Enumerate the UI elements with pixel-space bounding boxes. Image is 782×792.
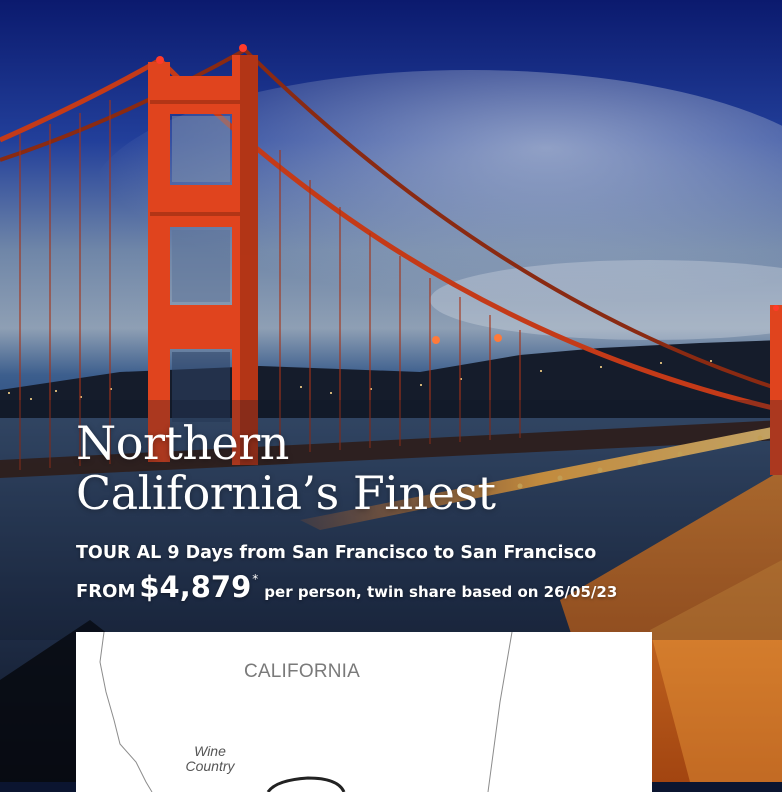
tour-title: Northern California’s Finest (76, 418, 716, 518)
route-map: CALIFORNIA Wine Country (76, 632, 652, 792)
price-footnote-marker: * (252, 572, 259, 586)
tour-code-line: TOUR AL 9 Days from San Francisco to San… (76, 543, 597, 563)
map-region-label-line2: Country (185, 758, 235, 774)
title-line-1: Northern (76, 416, 289, 470)
map-outline (99, 632, 513, 792)
price-line: FROM $4,879* per person, twin share based … (76, 570, 617, 604)
map-region-label: Wine Country (170, 744, 250, 774)
map-region-label-line1: Wine (194, 743, 226, 759)
map-state-label: CALIFORNIA (244, 661, 361, 682)
price-amount: $4,879 (139, 570, 252, 604)
price-from-label: FROM (76, 581, 136, 602)
price-note: per person, twin share based on 26/05/23 (264, 583, 618, 601)
title-line-2: California’s Finest (76, 466, 496, 520)
